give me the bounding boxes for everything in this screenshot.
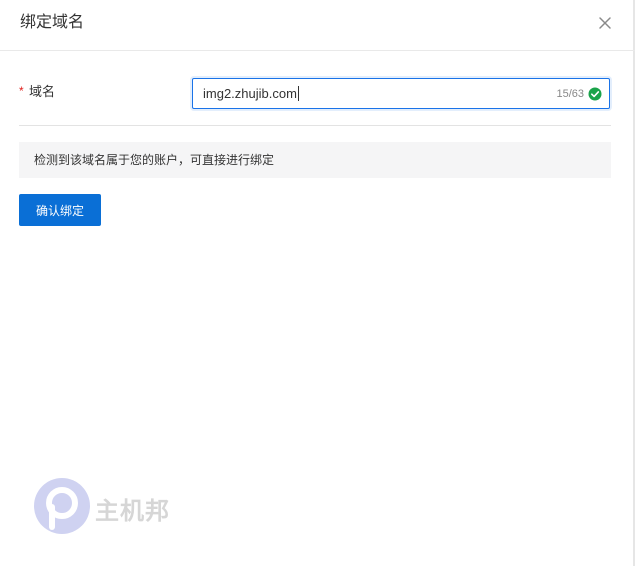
text-caret: [297, 86, 299, 101]
domain-label: 域名: [29, 84, 56, 99]
close-button[interactable]: [594, 12, 616, 34]
domain-form-row: * 域名 img2.zhujib.com 15/63: [19, 78, 613, 110]
watermark-text: 主机邦: [95, 496, 170, 525]
dialog-header: 绑定域名: [0, 0, 635, 51]
close-icon: [599, 17, 611, 29]
check-circle-icon: [588, 87, 602, 101]
char-count: 15/63: [556, 88, 584, 100]
notice-box: 检测到该域名属于您的账户，可直接进行绑定: [19, 142, 611, 178]
notice-text: 检测到该域名属于您的账户，可直接进行绑定: [34, 153, 275, 167]
domain-input-value[interactable]: img2.zhujib.com: [203, 86, 299, 102]
watermark-logo-icon: [34, 478, 90, 534]
divider: [19, 125, 611, 126]
required-mark: *: [19, 84, 24, 98]
dialog-title: 绑定域名: [20, 14, 85, 31]
confirm-bind-button[interactable]: 确认绑定: [19, 194, 101, 226]
watermark: 主机邦: [33, 477, 193, 537]
domain-input[interactable]: img2.zhujib.com 15/63: [192, 78, 610, 109]
bind-domain-dialog: 绑定域名 * 域名 img2.zhujib.com 15/63 检测到该域名属于…: [0, 0, 635, 566]
